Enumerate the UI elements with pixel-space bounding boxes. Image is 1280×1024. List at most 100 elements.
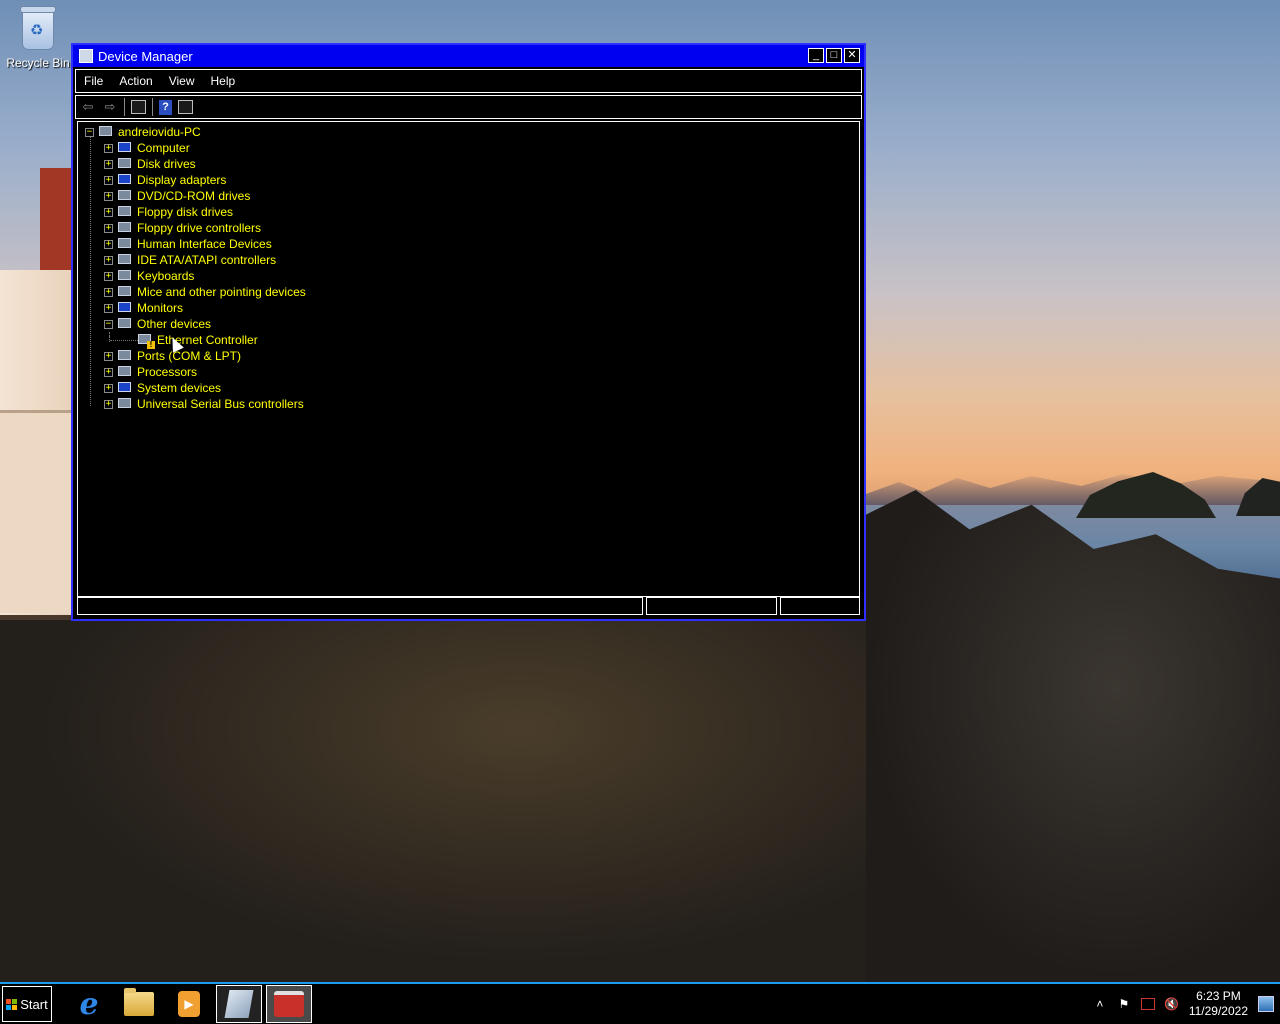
- expand-toggle[interactable]: +: [104, 175, 113, 185]
- tree-node-ethernet-controller[interactable]: Ethernet Controller: [137, 332, 258, 349]
- expand-toggle[interactable]: +: [104, 303, 113, 313]
- taskbar-app-internet-explorer[interactable]: e: [66, 985, 112, 1023]
- menu-bar: File Action View Help: [75, 69, 862, 93]
- tree-node-label: Ports (COM & LPT): [137, 349, 242, 363]
- tree-node-mice[interactable]: + Mice and other pointing devices: [104, 284, 306, 300]
- tree-node-label: Floppy drive controllers: [137, 221, 262, 235]
- expand-toggle[interactable]: +: [104, 143, 113, 153]
- tree-node-label: Human Interface Devices: [137, 237, 272, 251]
- tree-node-disk-drives[interactable]: + Disk drives: [104, 156, 196, 172]
- expand-toggle[interactable]: +: [104, 207, 113, 217]
- forward-arrow-icon[interactable]: ⇨: [102, 99, 118, 115]
- status-bar: [77, 597, 860, 615]
- tree-node-label: Universal Serial Bus controllers: [137, 397, 304, 411]
- menu-action[interactable]: Action: [111, 74, 160, 88]
- window-title: Device Manager: [98, 48, 193, 64]
- usb-icon: [117, 397, 133, 411]
- taskbar-app-file-explorer[interactable]: [116, 985, 162, 1023]
- tree-node-keyboards[interactable]: + Keyboards: [104, 268, 194, 284]
- tree-line: [110, 340, 138, 341]
- show-hidden-icons-icon[interactable]: ˄: [1093, 997, 1107, 1011]
- show-desktop-button[interactable]: [1258, 996, 1274, 1012]
- view-icon[interactable]: [178, 100, 193, 114]
- taskbar-app-media-player[interactable]: ▶: [166, 985, 212, 1023]
- start-button[interactable]: Start: [2, 986, 52, 1022]
- computer-icon: [98, 125, 114, 139]
- device-tree[interactable]: − andreiovidu-PC + Computer + Disk drive…: [77, 121, 860, 597]
- collapse-toggle[interactable]: −: [85, 127, 94, 137]
- action-center-flag-icon[interactable]: ⚑: [1117, 997, 1131, 1011]
- menu-file[interactable]: File: [76, 74, 111, 88]
- minimize-button[interactable]: _: [808, 48, 824, 63]
- help-icon[interactable]: ?: [159, 99, 172, 115]
- tree-node-other-devices[interactable]: − Other devices: [104, 316, 211, 332]
- maximize-button[interactable]: □: [826, 48, 842, 63]
- mouse-icon: [117, 285, 133, 299]
- expand-toggle[interactable]: +: [104, 191, 113, 201]
- internet-explorer-icon: e: [79, 986, 99, 1022]
- keyboard-icon: [117, 269, 133, 283]
- taskbar-app-device-manager[interactable]: [266, 985, 312, 1023]
- desktop-icon-label: Recycle Bin: [6, 56, 70, 70]
- display-adapter-icon: [117, 173, 133, 187]
- properties-icon[interactable]: [131, 100, 146, 114]
- recycle-bin-icon: [20, 6, 56, 50]
- file-explorer-icon: [124, 988, 154, 1016]
- clock-date: 11/29/2022: [1188, 1004, 1248, 1018]
- tree-node-usb-controllers[interactable]: + Universal Serial Bus controllers: [104, 396, 304, 412]
- expand-toggle[interactable]: +: [104, 159, 113, 169]
- desktop-icon-recycle-bin[interactable]: Recycle Bin: [2, 6, 74, 70]
- taskbar: Start e ▶ ˄ ⚑ 🔇 6:23 PM 11/29/2022: [0, 982, 1280, 1024]
- taskbar-app-notepad[interactable]: [216, 985, 262, 1023]
- tree-node-label: Floppy disk drives: [137, 205, 234, 219]
- tree-node-ide-controllers[interactable]: + IDE ATA/ATAPI controllers: [104, 252, 276, 268]
- expand-toggle[interactable]: +: [104, 351, 113, 361]
- warning-device-icon: [137, 333, 155, 349]
- expand-toggle[interactable]: +: [104, 399, 113, 409]
- menu-help[interactable]: Help: [203, 74, 244, 88]
- close-button[interactable]: ✕: [844, 48, 860, 63]
- device-manager-window[interactable]: Device Manager _ □ ✕ File Action View He…: [71, 43, 866, 621]
- status-cell: [646, 597, 777, 615]
- title-bar[interactable]: Device Manager _ □ ✕: [73, 45, 864, 67]
- network-icon[interactable]: [1140, 998, 1155, 1010]
- expand-toggle[interactable]: +: [104, 271, 113, 281]
- expand-toggle[interactable]: +: [104, 383, 113, 393]
- tree-node-dvd-drives[interactable]: + DVD/CD-ROM drives: [104, 188, 250, 204]
- tree-node-computer[interactable]: + Computer: [104, 140, 190, 156]
- menu-view[interactable]: View: [161, 74, 203, 88]
- volume-muted-icon[interactable]: 🔇: [1164, 997, 1179, 1011]
- clock-time: 6:23 PM: [1196, 989, 1241, 1003]
- system-tray: ˄ ⚑ 🔇 6:23 PM 11/29/2022: [1093, 989, 1280, 1019]
- disk-drive-icon: [117, 157, 133, 171]
- expand-toggle[interactable]: +: [104, 223, 113, 233]
- tree-node-human-interface-devices[interactable]: + Human Interface Devices: [104, 236, 272, 252]
- wallpaper-island: [1076, 472, 1216, 518]
- tree-node-processors[interactable]: + Processors: [104, 364, 197, 380]
- expand-toggle[interactable]: +: [104, 239, 113, 249]
- tree-node-monitors[interactable]: + Monitors: [104, 300, 183, 316]
- expand-toggle[interactable]: +: [104, 367, 113, 377]
- back-arrow-icon[interactable]: ⇦: [80, 99, 96, 115]
- collapse-toggle[interactable]: −: [104, 319, 113, 329]
- ide-controller-icon: [117, 253, 133, 267]
- tree-node-label: Keyboards: [137, 269, 195, 283]
- clock[interactable]: 6:23 PM 11/29/2022: [1189, 989, 1248, 1019]
- monitor-icon: [117, 301, 133, 315]
- expand-toggle[interactable]: +: [104, 287, 113, 297]
- tree-node-system-devices[interactable]: + System devices: [104, 380, 221, 396]
- tree-node-floppy-drive-controllers[interactable]: + Floppy drive controllers: [104, 220, 261, 236]
- processor-icon: [117, 365, 133, 379]
- tree-node-display-adapters[interactable]: + Display adapters: [104, 172, 226, 188]
- tree-root-label: andreiovidu-PC: [118, 125, 201, 139]
- wallpaper-lighthouse: [40, 168, 72, 272]
- toolbar: ⇦ ⇨ ?: [75, 95, 862, 119]
- port-icon: [117, 349, 133, 363]
- expand-toggle[interactable]: +: [104, 255, 113, 265]
- tree-node-label: Processors: [137, 365, 198, 379]
- tree-node-label: IDE ATA/ATAPI controllers: [137, 253, 277, 267]
- tree-node-floppy-disk-drives[interactable]: + Floppy disk drives: [104, 204, 233, 220]
- tree-root-node[interactable]: − andreiovidu-PC: [85, 124, 201, 140]
- wallpaper-lighthouse-base: [0, 410, 72, 613]
- device-manager-icon: [79, 49, 93, 63]
